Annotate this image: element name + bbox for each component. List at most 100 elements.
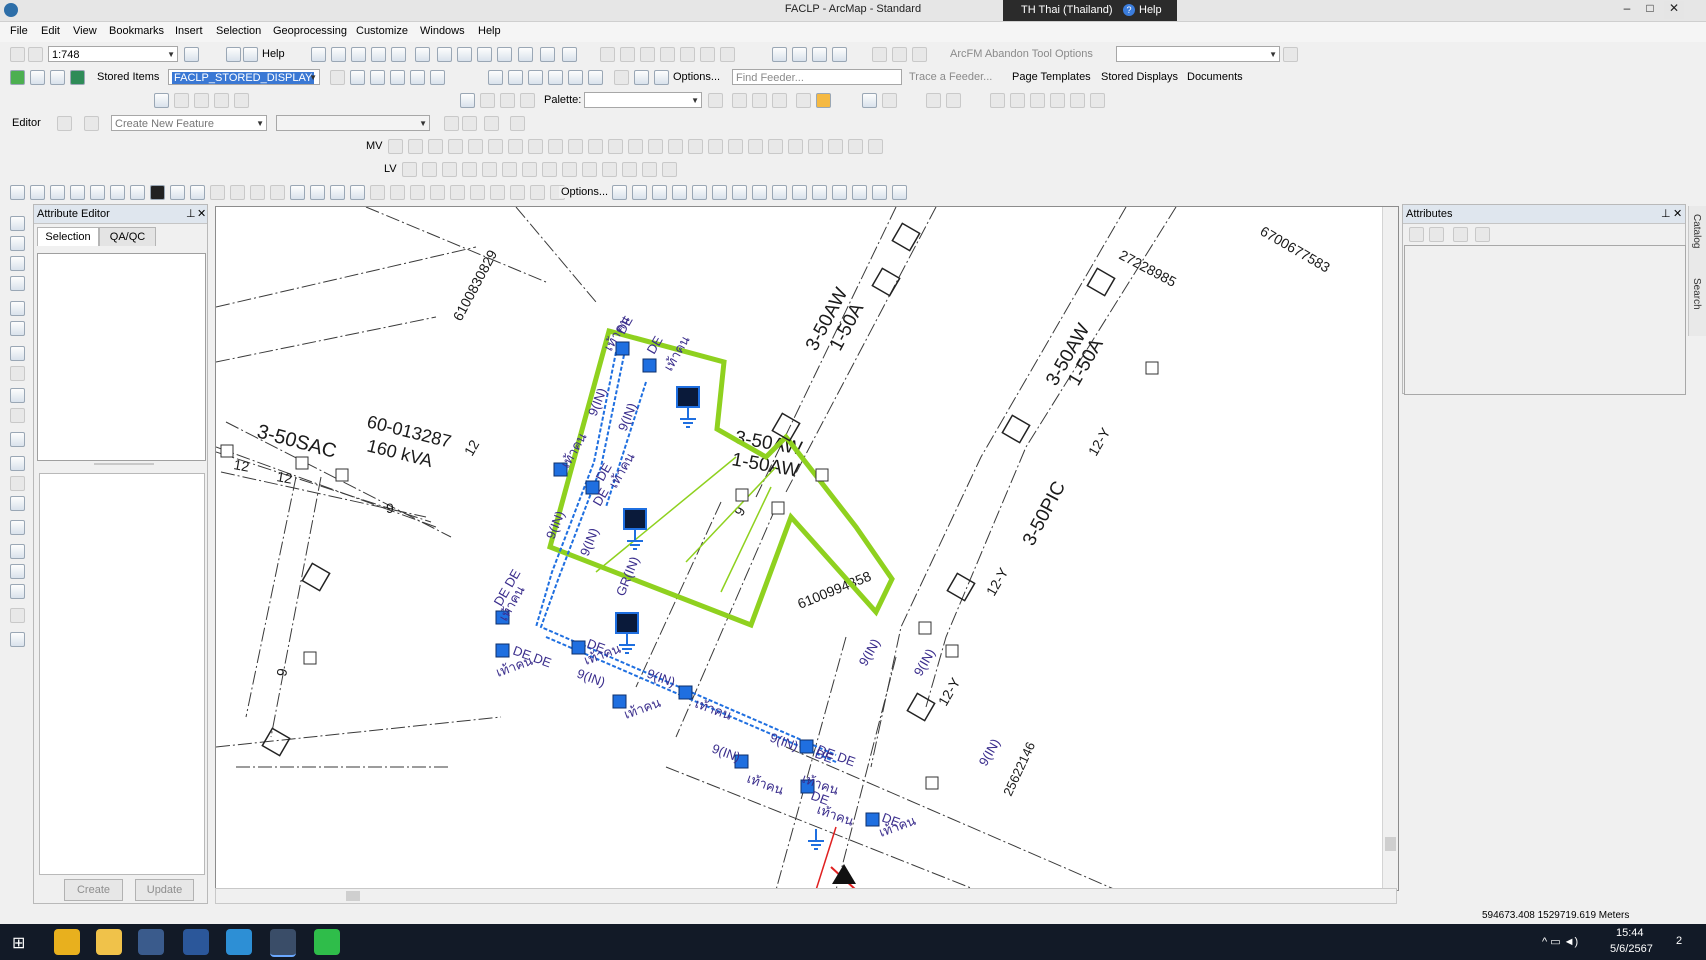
find-feeder-input[interactable]: Find Feeder... xyxy=(732,69,902,85)
editor-action-icon-2[interactable] xyxy=(462,116,477,131)
notification-badge[interactable]: 2 xyxy=(1676,935,1682,947)
mv-tool-icon-18[interactable] xyxy=(728,139,743,154)
trace-feeder-button[interactable]: Trace a Feeder... xyxy=(909,71,992,83)
help-icon[interactable]: ? xyxy=(1123,4,1135,16)
selection-tree[interactable] xyxy=(37,253,206,461)
stored-items-menu[interactable]: Stored Items xyxy=(97,71,159,83)
trace-path-icon[interactable] xyxy=(548,70,563,85)
mv-tool-icon-4[interactable] xyxy=(448,139,463,154)
tools-icon-36[interactable] xyxy=(752,185,767,200)
full-extent-icon[interactable] xyxy=(10,276,25,291)
mv-tool-icon-13[interactable] xyxy=(628,139,643,154)
tools-icon-39[interactable] xyxy=(812,185,827,200)
mv-tool-icon-20[interactable] xyxy=(768,139,783,154)
menu-help[interactable]: Help xyxy=(478,25,501,37)
trace-settings-icon[interactable] xyxy=(654,70,669,85)
stored-displays-menu[interactable]: Stored Displays xyxy=(1101,71,1178,83)
mv-tool-icon-8[interactable] xyxy=(528,139,543,154)
disabled-tool-icon-5[interactable] xyxy=(680,47,695,62)
mv-tool-icon-1[interactable] xyxy=(388,139,403,154)
options-button[interactable]: Options... xyxy=(673,71,720,83)
info-green-icon[interactable] xyxy=(70,70,85,85)
layer-combo[interactable]: ▼ xyxy=(1116,46,1280,62)
tools-icon-5[interactable] xyxy=(90,185,105,200)
go-icon[interactable] xyxy=(1283,47,1298,62)
horizontal-scroll-thumb[interactable] xyxy=(346,891,360,901)
editor-action-icon-4[interactable] xyxy=(510,116,525,131)
map-horizontal-scrollbar[interactable] xyxy=(215,888,1397,904)
stored-display-combo[interactable]: FACLP_STORED_DISPLAY ▼ xyxy=(168,69,320,85)
tools-icon-42[interactable] xyxy=(872,185,887,200)
tools-icon-37[interactable] xyxy=(772,185,787,200)
tools-icon-7[interactable] xyxy=(130,185,145,200)
forward-arrow-icon[interactable] xyxy=(10,366,25,381)
display-tool-icon-4[interactable] xyxy=(390,70,405,85)
mv-tool-icon-25[interactable] xyxy=(868,139,883,154)
hammer-icon[interactable] xyxy=(350,185,365,200)
menu-selection[interactable]: Selection xyxy=(216,25,261,37)
palette-action-icon-5[interactable] xyxy=(796,93,811,108)
tools-icon-1[interactable] xyxy=(10,185,25,200)
zoom-out-icon[interactable] xyxy=(10,236,25,251)
help-button[interactable]: Help xyxy=(1139,4,1162,16)
menu-geoprocessing[interactable]: Geoprocessing xyxy=(273,25,347,37)
editor-menu[interactable]: Editor xyxy=(12,117,41,129)
lv-tool-icon-5[interactable] xyxy=(482,162,497,177)
attribute-grid[interactable] xyxy=(39,473,205,875)
mv-tool-icon-24[interactable] xyxy=(848,139,863,154)
toc-icon[interactable] xyxy=(243,47,258,62)
clock-time[interactable]: 15:44 xyxy=(1616,927,1644,939)
mv-tool-icon-17[interactable] xyxy=(708,139,723,154)
select-elements-icon[interactable] xyxy=(10,432,25,447)
mv-tool-icon-5[interactable] xyxy=(468,139,483,154)
html-popup-icon[interactable] xyxy=(10,496,25,511)
tools-icon-21[interactable] xyxy=(410,185,425,200)
map-vertical-scrollbar[interactable] xyxy=(1382,207,1398,890)
create-new-feature-combo[interactable]: Create New Feature ▼ xyxy=(111,115,267,131)
file-explorer-icon[interactable] xyxy=(96,929,122,955)
map-scale-combo[interactable]: 1:748 ▼ xyxy=(48,46,178,62)
text-tool-icon[interactable] xyxy=(460,93,475,108)
attr-tool-icon-2[interactable] xyxy=(1429,227,1444,242)
add-data-icon[interactable] xyxy=(184,47,199,62)
disabled-tool-icon-7[interactable] xyxy=(720,47,735,62)
zoom-in-icon[interactable] xyxy=(10,216,25,231)
mv-tool-icon-11[interactable] xyxy=(588,139,603,154)
editor-action-icon-1[interactable] xyxy=(444,116,459,131)
tools-icon-35[interactable] xyxy=(732,185,747,200)
tools-icon-9[interactable] xyxy=(170,185,185,200)
tools-icon-27[interactable] xyxy=(530,185,545,200)
select-by-graphics-icon[interactable] xyxy=(10,388,25,403)
trace-isolate-icon[interactable] xyxy=(528,70,543,85)
tools-icon-15[interactable] xyxy=(290,185,305,200)
lv-tool-icon-2[interactable] xyxy=(422,162,437,177)
home-icon[interactable] xyxy=(772,47,787,62)
lv-tool-icon-7[interactable] xyxy=(522,162,537,177)
lv-tool-icon-6[interactable] xyxy=(502,162,517,177)
palette-tool-icon-2[interactable] xyxy=(500,93,515,108)
options-button-2[interactable]: Options... xyxy=(559,186,611,198)
clear-selection-icon[interactable] xyxy=(10,408,25,423)
annotation-tool-icon-1[interactable] xyxy=(174,93,189,108)
globe-icon[interactable] xyxy=(415,47,430,62)
documents-menu[interactable]: Documents xyxy=(1187,71,1243,83)
tools-icon-6[interactable] xyxy=(110,185,125,200)
palette-action-icon-13[interactable] xyxy=(1030,93,1045,108)
splitter[interactable] xyxy=(94,463,154,465)
tools-icon-41[interactable] xyxy=(852,185,867,200)
palette-combo[interactable]: ▼ xyxy=(584,92,702,108)
lv-tool-icon-9[interactable] xyxy=(562,162,577,177)
vertical-scroll-thumb[interactable] xyxy=(1385,837,1396,851)
tools-icon-17[interactable] xyxy=(330,185,345,200)
lv-tool-icon-11[interactable] xyxy=(602,162,617,177)
disabled-tool-icon-4[interactable] xyxy=(660,47,675,62)
layout-tool-icon[interactable] xyxy=(518,47,533,62)
attributes-tool-icon[interactable] xyxy=(497,47,512,62)
catalog-tab[interactable]: Catalog xyxy=(1691,214,1702,248)
lv-tool-icon-13[interactable] xyxy=(642,162,657,177)
lv-tool-icon-4[interactable] xyxy=(462,162,477,177)
menu-file[interactable]: File xyxy=(10,25,28,37)
arcmap-taskbar-icon[interactable] xyxy=(270,929,296,957)
app-icon-3[interactable] xyxy=(138,929,164,955)
tools-icon-26[interactable] xyxy=(510,185,525,200)
